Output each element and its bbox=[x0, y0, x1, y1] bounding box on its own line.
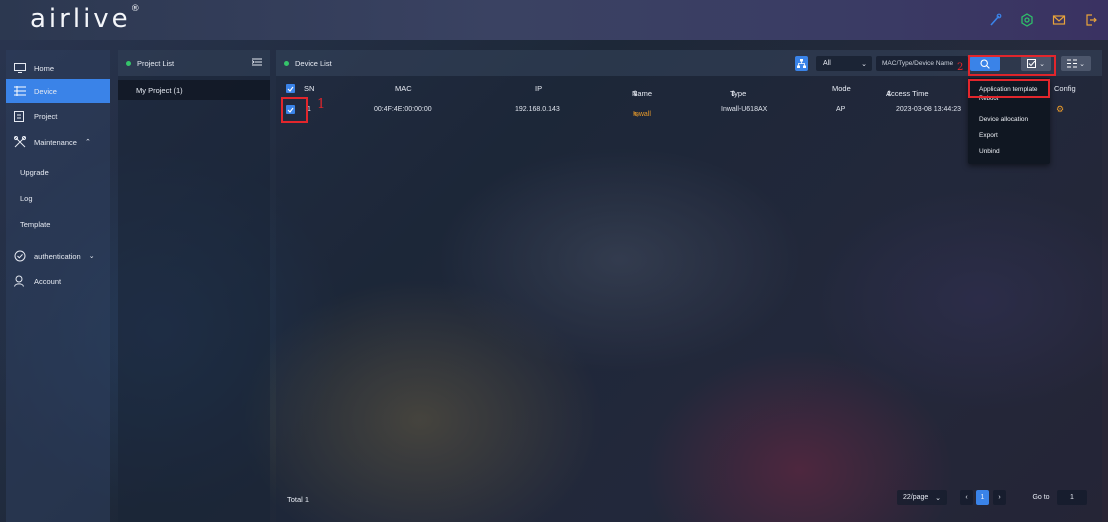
header-actions bbox=[986, 11, 1100, 29]
menu-item-device-allocation[interactable]: Device allocation bbox=[979, 116, 1028, 123]
sidebar-item-maintenance[interactable]: Maintenance ⌃ bbox=[6, 130, 110, 154]
annotation-step-2: 2 bbox=[957, 62, 964, 73]
cell-type: Inwall-U618AX bbox=[721, 106, 768, 113]
menu-item-unbind[interactable]: Unbind bbox=[979, 148, 1000, 155]
next-page-button[interactable]: › bbox=[993, 490, 1006, 505]
wand-icon[interactable] bbox=[986, 11, 1004, 29]
search-input[interactable]: MAC/Type/Device Name bbox=[876, 56, 968, 71]
cell-access-time: 2023-03-08 13:44:23 bbox=[896, 106, 961, 113]
sidebar: Home Device Project Maintenance ⌃ Upgrad… bbox=[6, 50, 110, 522]
goto-page-value: 1 bbox=[1070, 494, 1074, 501]
page-number: 1 bbox=[980, 494, 985, 501]
airlive-logo: airlive® bbox=[30, 4, 140, 34]
filter-select-value: All bbox=[823, 60, 831, 67]
topology-icon bbox=[797, 59, 806, 68]
page-number-button[interactable]: 1 bbox=[976, 490, 989, 505]
sidebar-item-label: Project bbox=[34, 111, 58, 121]
sidebar-item-label: Template bbox=[20, 219, 51, 229]
project-item-label: My Project (1) bbox=[136, 85, 183, 95]
filter-select[interactable]: All ⌄ bbox=[816, 56, 872, 71]
annotation-box-menu bbox=[968, 79, 1050, 98]
search-placeholder: MAC/Type/Device Name bbox=[882, 60, 954, 67]
per-page-value: 22/page bbox=[903, 494, 929, 501]
config-gear-icon[interactable]: ⚙ bbox=[1056, 104, 1064, 115]
goto-page-input[interactable]: 1 bbox=[1057, 490, 1087, 505]
col-mac: MAC bbox=[395, 84, 412, 93]
status-dot bbox=[284, 61, 289, 66]
logout-icon[interactable] bbox=[1082, 11, 1100, 29]
list-icon bbox=[14, 86, 26, 96]
per-page-select[interactable]: 22/page ⌄ bbox=[897, 490, 947, 505]
sidebar-item-label: Device bbox=[34, 86, 57, 96]
sidebar-item-home[interactable]: Home bbox=[6, 56, 110, 80]
device-list-title-wrap: Device List bbox=[284, 59, 332, 68]
project-list-header: Project List bbox=[118, 50, 270, 76]
sidebar-item-template[interactable]: Template bbox=[6, 212, 110, 236]
cell-mode: AP bbox=[836, 106, 846, 113]
col-ip: IP bbox=[535, 84, 543, 93]
sidebar-item-label: Account bbox=[34, 276, 62, 286]
project-item[interactable]: My Project (1) bbox=[118, 80, 270, 100]
sidebar-item-log[interactable]: Log bbox=[6, 186, 110, 210]
annotation-box-1 bbox=[281, 97, 308, 123]
sidebar-item-label: Log bbox=[20, 193, 33, 203]
top-header: airlive® bbox=[0, 0, 1108, 40]
sidebar-item-upgrade[interactable]: Upgrade bbox=[6, 160, 110, 184]
cell-ip: 192.168.0.143 bbox=[515, 106, 560, 113]
col-config: Config bbox=[1054, 84, 1076, 93]
sidebar-item-label: Maintenance bbox=[34, 137, 77, 147]
sidebar-item-authentication[interactable]: authentication ⌄ bbox=[6, 244, 110, 268]
sidebar-item-project[interactable]: Project bbox=[6, 104, 110, 128]
monitor-icon bbox=[14, 63, 26, 73]
annotation-box-2 bbox=[968, 55, 1056, 76]
project-list-title: Project List bbox=[137, 58, 175, 68]
chevron-down-icon: ⌄ bbox=[1079, 60, 1085, 68]
col-mode: Mode bbox=[832, 84, 851, 93]
shield-icon bbox=[14, 250, 26, 262]
chevron-down-icon: ⌄ bbox=[88, 253, 95, 260]
goto-label-text: Go to bbox=[1032, 494, 1050, 501]
project-list-panel: Project List My Project (1) bbox=[118, 50, 270, 522]
tools-icon bbox=[14, 136, 26, 148]
chevron-down-icon: ⌄ bbox=[861, 60, 867, 68]
col-access-time: Access Time bbox=[886, 89, 929, 98]
sidebar-item-device[interactable]: Device bbox=[6, 79, 110, 103]
chevron-right-icon: › bbox=[998, 494, 1001, 501]
topology-button[interactable] bbox=[795, 56, 808, 71]
sidebar-item-label: Upgrade bbox=[20, 167, 49, 177]
device-list-title: Device List bbox=[295, 59, 332, 68]
sort-icon: ⇕ bbox=[886, 89, 893, 98]
cell-name: Inwall bbox=[633, 111, 651, 118]
goto-label: Go to bbox=[1028, 490, 1054, 505]
column-settings-button[interactable]: ⌄ bbox=[1061, 56, 1091, 71]
annotation-step-1: 1 bbox=[317, 97, 326, 112]
sort-icon: ⇕ bbox=[730, 89, 737, 98]
cell-mac: 00:4F:4E:00:00:00 bbox=[374, 106, 432, 113]
total-count: Total 1 bbox=[287, 495, 310, 504]
col-sn: SN bbox=[304, 84, 315, 93]
columns-icon bbox=[1067, 59, 1078, 68]
sidebar-item-account[interactable]: Account bbox=[6, 269, 110, 293]
sidebar-item-label: Home bbox=[34, 63, 55, 73]
menu-item-export[interactable]: Export bbox=[979, 132, 998, 139]
chevron-down-icon: ⌄ bbox=[935, 494, 941, 502]
chevron-up-icon: ⌃ bbox=[84, 139, 91, 146]
collapse-icon[interactable] bbox=[251, 58, 262, 68]
sort-icon: ⇕ bbox=[632, 89, 639, 98]
account-icon bbox=[14, 275, 24, 287]
project-icon bbox=[14, 110, 24, 122]
prev-page-button[interactable]: ‹ bbox=[960, 490, 973, 505]
chevron-left-icon: ‹ bbox=[965, 494, 968, 501]
gear-hex-icon[interactable] bbox=[1018, 11, 1036, 29]
logo-text: airlive bbox=[30, 4, 131, 34]
select-all-checkbox[interactable] bbox=[286, 84, 295, 93]
status-dot bbox=[126, 60, 131, 66]
logo-mark: ® bbox=[130, 4, 140, 15]
sidebar-item-label: authentication bbox=[34, 251, 81, 261]
mail-icon[interactable] bbox=[1050, 11, 1068, 29]
